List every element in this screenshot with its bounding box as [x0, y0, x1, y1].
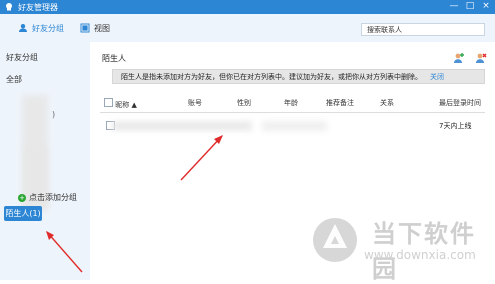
- watermark-url: www.downxia.com: [364, 248, 476, 262]
- add-group-icon: +: [18, 193, 26, 202]
- sidebar: 好友分组 全部 ) + 点击添加分组 陌生人(1): [0, 42, 91, 280]
- view-icon: [80, 23, 90, 33]
- downxia-logo-icon: [313, 218, 357, 262]
- group-paren: ): [52, 110, 56, 119]
- add-friend-icon[interactable]: [453, 52, 465, 64]
- tab-friends-group[interactable]: 好友分组: [18, 21, 64, 35]
- col-last-login[interactable]: 最后登录时间: [439, 98, 481, 108]
- blurred-nickname: [112, 121, 252, 131]
- last-login-cell: 7天内上线: [439, 122, 472, 130]
- col-nickname[interactable]: 昵称 ▲: [104, 98, 137, 110]
- remove-friend-icon[interactable]: [475, 52, 487, 64]
- friends-group-icon: [19, 24, 27, 32]
- search-input[interactable]: [361, 23, 485, 36]
- minimize-button[interactable]: —: [449, 1, 459, 11]
- blurred-account: [262, 121, 327, 131]
- col-account[interactable]: 账号: [188, 98, 202, 108]
- maximize-button[interactable]: □: [465, 1, 475, 11]
- content-actions: [453, 52, 487, 64]
- qq-logo-icon: [6, 3, 12, 11]
- notice-text: 陌生人是指未添加对方为好友，但你已在对方列表中。建议加为好友，或把你从对方列表中…: [121, 72, 422, 81]
- stranger-notice: 陌生人是指未添加对方为好友，但你已在对方列表中。建议加为好友，或把你从对方列表中…: [112, 69, 485, 84]
- watermark: 当下软件园 www.downxia.com: [309, 204, 489, 283]
- add-group-label: 点击添加分组: [29, 193, 77, 202]
- toolbar: 好友分组 视图: [0, 14, 495, 43]
- col-nickname-label: 昵称 ▲: [115, 101, 137, 109]
- group-stranger[interactable]: 陌生人(1): [4, 206, 42, 221]
- table-header-divider: [100, 112, 485, 113]
- col-recommend-note[interactable]: 推荐备注: [326, 98, 354, 108]
- tab-friends-group-label: 好友分组: [32, 23, 64, 33]
- tab-view-label: 视图: [94, 23, 110, 33]
- tab-view[interactable]: 视图: [80, 21, 110, 35]
- col-gender[interactable]: 性别: [237, 98, 251, 108]
- notice-close-link[interactable]: 关闭: [430, 72, 444, 82]
- window-controls: — □ ×: [449, 1, 491, 11]
- col-age[interactable]: 年龄: [284, 98, 298, 108]
- sidebar-header: 好友分组: [6, 53, 38, 62]
- add-group-button[interactable]: + 点击添加分组: [18, 192, 77, 203]
- select-all-checkbox[interactable]: [104, 98, 113, 107]
- window-title: 好友管理器: [18, 3, 58, 12]
- group-all[interactable]: 全部: [6, 74, 22, 85]
- content-title: 陌生人: [102, 54, 126, 63]
- close-button[interactable]: ×: [481, 1, 491, 11]
- title-bar: 好友管理器 — □ ×: [0, 0, 495, 14]
- col-relation[interactable]: 关系: [380, 98, 394, 108]
